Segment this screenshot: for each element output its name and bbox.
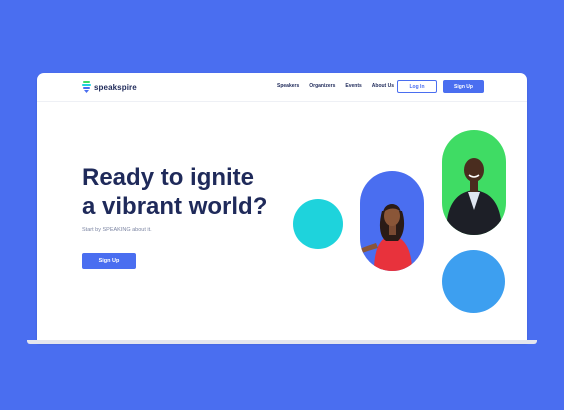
main-nav: Speakers Organizers Events About Us (277, 83, 394, 89)
login-button[interactable]: Log In (397, 80, 437, 93)
headline-line-1: Ready to ignite (82, 164, 255, 191)
speakspire-logo-icon (82, 81, 91, 93)
decorative-sky-circle (442, 250, 505, 313)
brand-logo[interactable]: speakspire (82, 81, 137, 93)
man-speaker-illustration (446, 158, 502, 235)
nav-events[interactable]: Events (345, 83, 361, 89)
hero-signup-button[interactable]: Sign Up (82, 253, 136, 269)
hero-subtext: Start by SPEAKING about it. (82, 227, 152, 233)
speaker-photo-woman (360, 171, 424, 271)
headline-line-2: a vibrant world? (82, 193, 268, 220)
header-signup-button[interactable]: Sign Up (443, 80, 484, 93)
decorative-teal-circle (293, 199, 343, 249)
nav-about-us[interactable]: About Us (372, 83, 394, 89)
nav-speakers[interactable]: Speakers (277, 83, 299, 89)
brand-name: speakspire (94, 82, 137, 92)
nav-organizers[interactable]: Organizers (309, 83, 335, 89)
woman-speaker-illustration (360, 204, 412, 271)
hero-headline: Ready to ignite a vibrant world? (82, 163, 292, 221)
speaker-photo-man (442, 130, 506, 235)
browser-window: speakspire Speakers Organizers Events Ab… (37, 73, 527, 343)
laptop-base (27, 340, 537, 344)
top-navbar: speakspire Speakers Organizers Events Ab… (37, 73, 527, 102)
